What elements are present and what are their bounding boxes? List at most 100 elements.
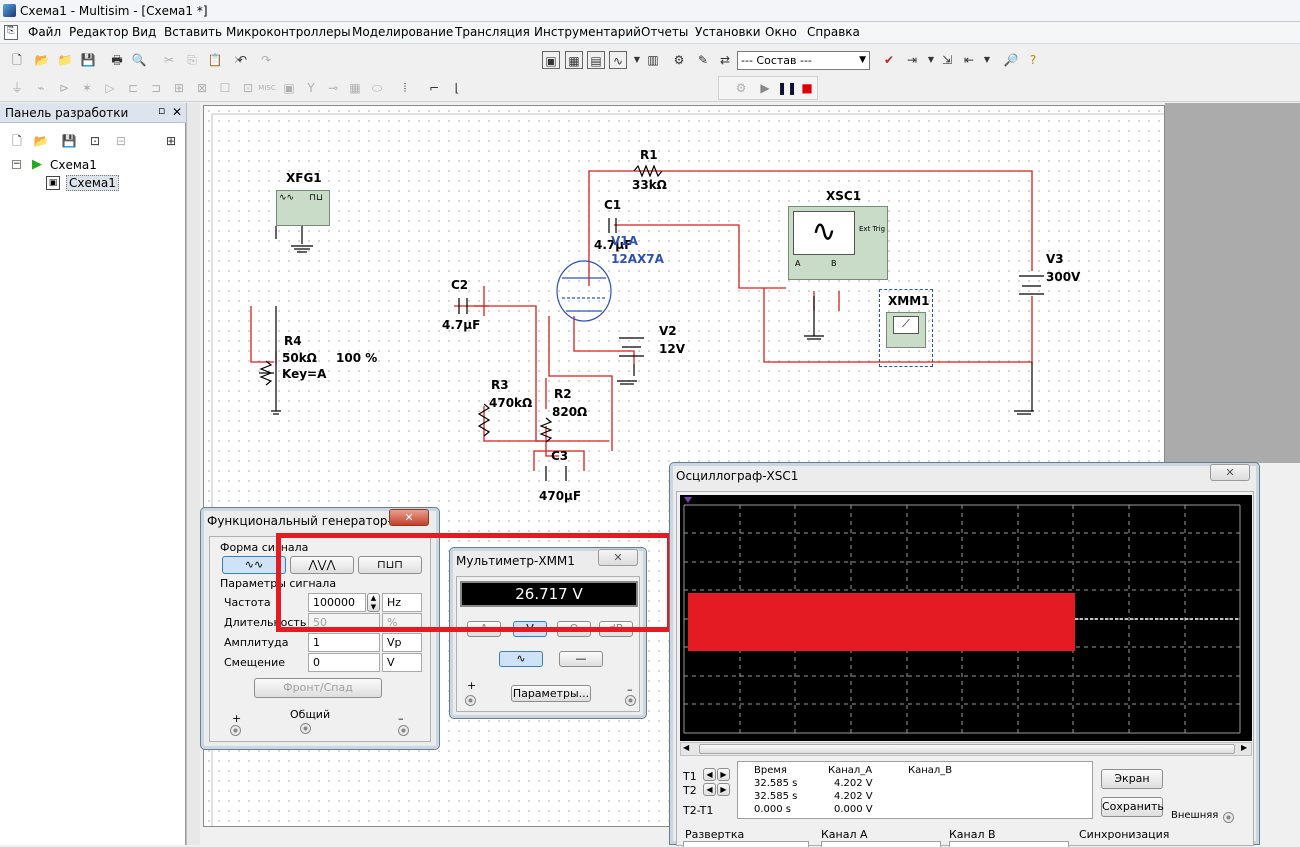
rename-icon[interactable]: ⊟ [112, 132, 130, 150]
place-text-icon[interactable]: ⌊ [448, 79, 466, 97]
document-icon[interactable]: ⎘ [4, 25, 18, 40]
ac-mode-button[interactable]: ∿ [499, 651, 543, 667]
menu-mcu[interactable]: Микроконтроллеры [226, 25, 351, 39]
menu-tools[interactable]: Инструментарий [534, 25, 641, 39]
multimeter-symbol[interactable]: ⟋ [879, 289, 933, 367]
dc-mode-button[interactable]: — [559, 651, 603, 667]
mixed-icon[interactable]: ⊠ [193, 79, 211, 97]
common-terminal[interactable] [300, 723, 311, 734]
scroll-thumb[interactable] [699, 744, 1235, 754]
save-design-icon[interactable]: 💾 [60, 132, 78, 150]
tree-root[interactable]: Схема1 [50, 158, 97, 172]
scope-screen[interactable] [680, 495, 1252, 741]
close-icon[interactable]: ✕ [172, 105, 182, 119]
t2-right-button[interactable]: ▶ [717, 783, 730, 796]
misc-digital-icon[interactable]: ⊞ [170, 79, 188, 97]
components-select[interactable]: --- Состав --- ▼ [737, 51, 870, 70]
hierarchical-icon[interactable]: ⬭ [368, 79, 386, 97]
offset-input[interactable]: 0 [308, 653, 380, 672]
menu-transfer[interactable]: Трансляция [455, 25, 530, 39]
amplitude-unit[interactable]: Vp [382, 633, 422, 652]
back-annotate-icon[interactable]: ⇄ [716, 51, 734, 69]
t1-right-button[interactable]: ▶ [717, 768, 730, 781]
print-icon[interactable]: 🖶 [108, 51, 126, 69]
stop-icon[interactable]: ■ [798, 79, 816, 97]
ttl-icon[interactable]: ⊏ [124, 79, 142, 97]
fullscreen-icon[interactable]: ▣ [542, 51, 560, 69]
menu-insert[interactable]: Вставить [164, 25, 222, 39]
channel-a-field[interactable] [821, 841, 941, 847]
open-sample-icon[interactable]: 📁 [56, 51, 74, 69]
export-icon[interactable]: ⇲ [938, 51, 956, 69]
zoom-icon[interactable]: 🔎 [1002, 51, 1020, 69]
spreadsheet-icon[interactable]: ▤ [587, 51, 605, 69]
menu-reports[interactable]: Отчеты [641, 25, 688, 39]
menu-view[interactable]: Вид [132, 25, 156, 39]
plus-terminal[interactable] [465, 695, 476, 706]
print-preview-icon[interactable]: 🔍 [130, 51, 148, 69]
help-icon[interactable]: ? [1024, 51, 1042, 69]
t1-left-button[interactable]: ◀ [703, 768, 716, 781]
external-trigger-terminal[interactable] [1223, 812, 1234, 823]
power-icon[interactable]: ⊡ [239, 79, 257, 97]
transistor-icon[interactable]: ✶ [78, 79, 96, 97]
simulate-switch-icon[interactable]: ⚙ [732, 79, 750, 97]
menu-edit[interactable]: Редактор [69, 25, 128, 39]
bus-icon[interactable]: ⦙ [396, 79, 414, 97]
menu-help[interactable]: Справка [807, 25, 860, 39]
amplitude-input[interactable]: 1 [308, 633, 380, 652]
t2-left-button[interactable]: ◀ [703, 783, 716, 796]
redo-icon[interactable]: ↷ [257, 51, 275, 69]
oscilloscope-symbol[interactable]: ∿ Ext Trig A B [788, 206, 888, 280]
menu-options[interactable]: Установки [695, 25, 761, 39]
grid-icon[interactable]: ▦ [565, 51, 583, 69]
paste-icon[interactable]: 📋 [206, 51, 224, 69]
plus-terminal[interactable] [230, 725, 241, 736]
function-generator-symbol[interactable]: ∿∿ ⊓⊔ [276, 190, 330, 226]
scroll-right-icon[interactable]: ▶ [1241, 743, 1247, 752]
rise-fall-button[interactable]: Фронт/Спад [254, 678, 382, 698]
timebase-field[interactable] [683, 841, 809, 847]
run-icon[interactable]: ▶ [756, 79, 774, 97]
indicator-icon[interactable]: ☐ [216, 79, 234, 97]
save-icon[interactable]: 💾 [79, 51, 97, 69]
rf-icon[interactable]: Y [302, 79, 320, 97]
hierarchy-icon[interactable]: ⊞ [162, 132, 180, 150]
collapse-icon[interactable]: − [12, 160, 21, 169]
electromechanical-icon[interactable]: ⊸ [324, 79, 342, 97]
dropdown-arrow-icon[interactable]: ▼ [978, 51, 996, 69]
tree-child[interactable]: Схема1 [66, 175, 119, 191]
advanced-peripherals-icon[interactable]: ▣ [280, 79, 298, 97]
menu-simulate[interactable]: Моделирование [352, 25, 453, 39]
minus-terminal[interactable] [398, 725, 409, 736]
menu-window[interactable]: Окно [765, 25, 797, 39]
analog-icon[interactable]: ▷ [101, 79, 119, 97]
scroll-left-icon[interactable]: ◀ [683, 743, 689, 752]
function-generator-close-button[interactable]: ✕ [389, 509, 429, 526]
menu-file[interactable]: Файл [28, 25, 61, 39]
minus-terminal[interactable] [625, 695, 636, 706]
open-icon[interactable]: 📂 [33, 51, 51, 69]
new-icon[interactable]: 🗋 [8, 51, 26, 69]
save-button[interactable]: Сохранить [1101, 797, 1164, 817]
import-icon[interactable]: ⇤ [960, 51, 978, 69]
oscilloscope-close-button[interactable]: ✕ [1210, 464, 1250, 481]
database-icon[interactable]: ▥ [644, 51, 662, 69]
close-design-icon[interactable]: ⊡ [86, 132, 104, 150]
pause-icon[interactable]: ❚❚ [777, 79, 797, 97]
scope-scrollbar[interactable]: ◀ ▶ [680, 742, 1252, 756]
basic-icon[interactable]: ⌁ [32, 79, 50, 97]
reverse-screen-button[interactable]: Экран [1101, 769, 1163, 789]
transfer-icon[interactable]: ⇥ [903, 51, 921, 69]
source-icon[interactable]: ⏚ [8, 79, 26, 97]
cut-icon[interactable]: ✂ [160, 51, 178, 69]
diode-icon[interactable]: ⊳ [55, 79, 73, 97]
erc-icon[interactable]: ✔ [880, 51, 898, 69]
component-wizard-icon[interactable]: ⚙ [670, 51, 688, 69]
pin-icon[interactable]: ▫ [158, 104, 165, 117]
grapher-icon[interactable]: ∿ [609, 51, 627, 69]
mcu-icon[interactable]: ▦ [346, 79, 364, 97]
multimeter-params-button[interactable]: Параметры... [511, 685, 591, 702]
cmos-icon[interactable]: ⊐ [147, 79, 165, 97]
open-design-icon[interactable]: 📂 [32, 132, 50, 150]
